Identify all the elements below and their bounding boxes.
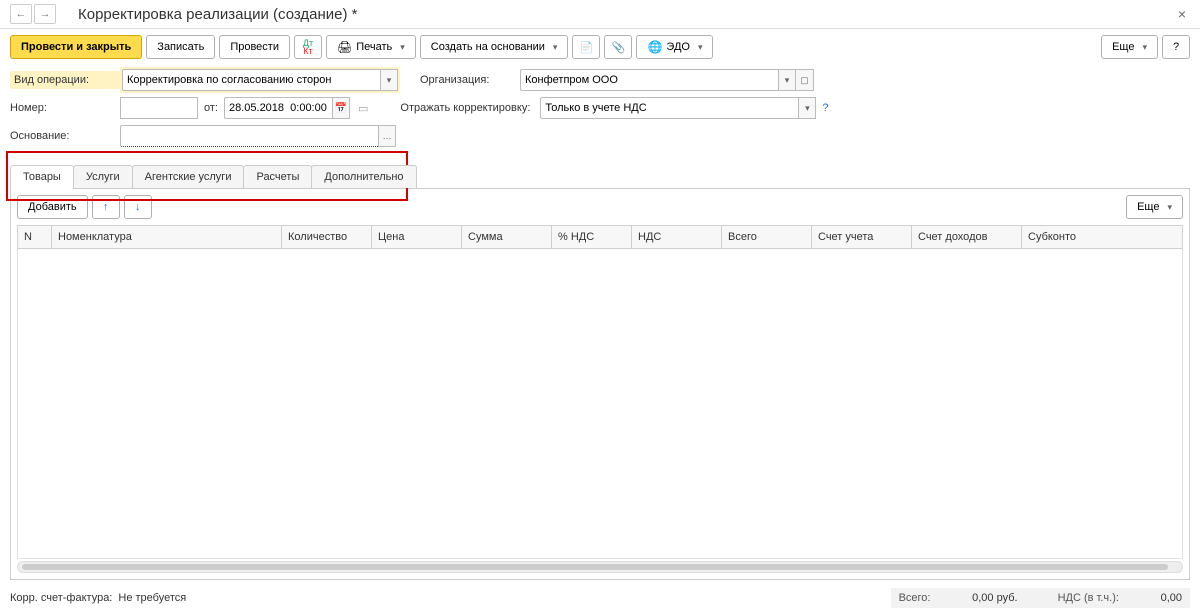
org-input[interactable] [520, 69, 778, 91]
page-title: Корректировка реализации (создание) * [78, 6, 358, 23]
struct-button[interactable] [572, 35, 600, 59]
col-income-account[interactable]: Счет доходов [912, 226, 1022, 249]
number-label: Номер: [10, 102, 120, 114]
basis-select-button[interactable]: … [378, 125, 396, 147]
date-input[interactable] [224, 97, 332, 119]
reflect-input[interactable] [540, 97, 798, 119]
dtkt-button[interactable]: ДтКт [294, 35, 322, 59]
add-row-button[interactable]: Добавить [17, 195, 88, 219]
col-item[interactable]: Номенклатура [52, 226, 282, 249]
basis-label: Основание: [10, 130, 120, 142]
calendar-icon [335, 103, 347, 113]
invoice-label: Корр. счет-фактура: [10, 592, 112, 604]
org-open-button[interactable]: ▢ [796, 69, 814, 91]
attach-button[interactable] [604, 35, 632, 59]
col-account[interactable]: Счет учета [812, 226, 912, 249]
form-area: Вид операции: ▾ Организация: ▾ ▢ Номер: … [0, 65, 1200, 159]
col-total[interactable]: Всего [722, 226, 812, 249]
op-type-dropdown-button[interactable]: ▾ [380, 69, 398, 91]
totals-panel: Всего: 0,00 руб. НДС (в т.ч.): 0,00 [891, 588, 1190, 608]
col-vat[interactable]: НДС [632, 226, 722, 249]
edo-button[interactable]: ЭДО [636, 35, 713, 59]
date-extra-icon[interactable]: ▭ [358, 102, 368, 115]
total-value: 0,00 [934, 592, 994, 604]
post-button[interactable]: Провести [219, 35, 290, 59]
op-type-input[interactable] [122, 69, 380, 91]
col-sum[interactable]: Сумма [462, 226, 552, 249]
more-button[interactable]: Еще [1101, 35, 1158, 59]
col-subconto[interactable]: Субконто [1022, 226, 1183, 249]
footer: Корр. счет-фактура: Не требуется Всего: … [0, 580, 1200, 616]
document-icon [580, 41, 594, 54]
org-dropdown-button[interactable]: ▾ [778, 69, 796, 91]
save-button[interactable]: Записать [146, 35, 215, 59]
vat-label: НДС (в т.ч.): [1058, 592, 1119, 604]
tab-additional[interactable]: Дополнительно [311, 165, 416, 188]
move-up-button[interactable]: ↑ [92, 195, 120, 219]
grid-body[interactable] [17, 249, 1183, 559]
col-price[interactable]: Цена [372, 226, 462, 249]
currency-label: руб. [997, 592, 1018, 604]
nav-back-button[interactable]: ← [10, 4, 32, 24]
invoice-value: Не требуется [118, 592, 186, 604]
move-down-button[interactable]: ↓ [124, 195, 152, 219]
close-icon[interactable]: × [1174, 6, 1190, 22]
col-n[interactable]: N [18, 226, 52, 249]
create-based-on-button[interactable]: Создать на основании [420, 35, 569, 59]
print-button[interactable]: Печать [326, 35, 416, 59]
tab-agent-services[interactable]: Агентские услуги [132, 165, 245, 188]
date-picker-button[interactable] [332, 97, 350, 119]
basis-input[interactable] [120, 125, 378, 147]
globe-icon [647, 40, 662, 54]
number-input[interactable] [120, 97, 198, 119]
tab-body: Добавить ↑ ↓ Еще N Номенклатура Количест… [10, 188, 1190, 580]
org-label: Организация: [420, 74, 520, 86]
post-and-close-button[interactable]: Провести и закрыть [10, 35, 142, 59]
total-label: Всего: [899, 592, 931, 604]
tabs: Товары Услуги Агентские услуги Расчеты Д… [10, 165, 1190, 188]
table-more-button[interactable]: Еще [1126, 195, 1183, 219]
reflect-label: Отражать корректировку: [400, 102, 540, 114]
print-icon [337, 40, 352, 54]
col-qty[interactable]: Количество [282, 226, 372, 249]
reflect-help-icon[interactable]: ? [822, 102, 828, 114]
help-button[interactable]: ? [1162, 35, 1190, 59]
vat-value: 0,00 [1122, 592, 1182, 604]
tab-payments[interactable]: Расчеты [243, 165, 312, 188]
nav-forward-button[interactable]: → [34, 4, 56, 24]
tab-goods[interactable]: Товары [10, 165, 74, 188]
paperclip-icon [612, 41, 626, 54]
from-label: от: [204, 102, 218, 114]
reflect-dropdown-button[interactable]: ▾ [798, 97, 816, 119]
col-vat-rate[interactable]: % НДС [552, 226, 632, 249]
main-toolbar: Провести и закрыть Записать Провести ДтК… [0, 29, 1200, 65]
title-bar: ← → Корректировка реализации (создание) … [0, 0, 1200, 29]
grid-header: N Номенклатура Количество Цена Сумма % Н… [17, 225, 1183, 249]
horizontal-scrollbar[interactable] [17, 561, 1183, 573]
op-type-label: Вид операции: [10, 71, 120, 89]
tab-services[interactable]: Услуги [73, 165, 133, 188]
